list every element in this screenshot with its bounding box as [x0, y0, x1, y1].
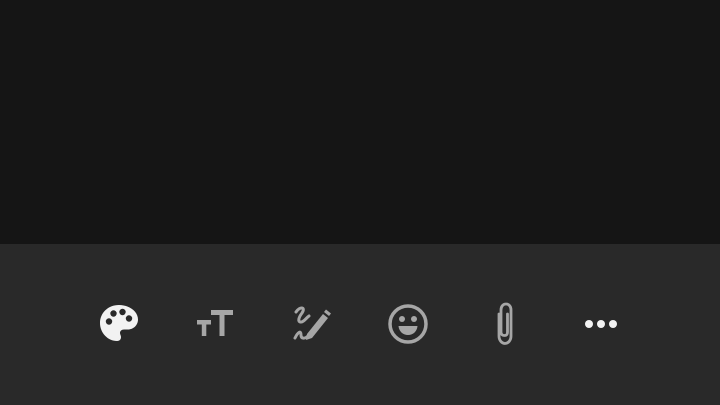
pencil-scribble-icon: [289, 302, 333, 346]
emoji-button[interactable]: [384, 300, 432, 348]
draw-button[interactable]: [287, 300, 335, 348]
bottom-toolbar: [0, 244, 720, 405]
paperclip-icon: [483, 300, 527, 348]
more-button[interactable]: [577, 300, 625, 348]
emoji-icon: [386, 302, 430, 346]
more-icon: [579, 302, 623, 346]
palette-button[interactable]: [95, 300, 143, 348]
attach-button[interactable]: [481, 300, 529, 348]
text-size-icon: [193, 302, 237, 346]
palette-icon: [97, 302, 141, 346]
text-size-button[interactable]: [191, 300, 239, 348]
content-area[interactable]: [0, 0, 720, 244]
screen: [0, 0, 720, 405]
